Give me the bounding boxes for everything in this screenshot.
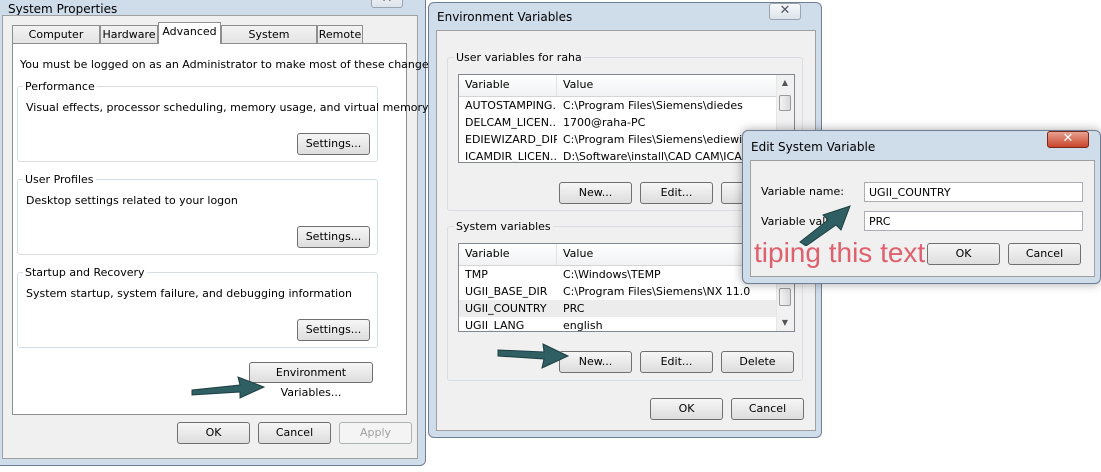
user-variables-label: User variables for raha [454,51,584,64]
variable-value: 1700@raha-PC [563,116,646,129]
ok-button[interactable]: OK [927,243,1000,265]
ok-button[interactable]: OK [650,398,723,420]
list-item[interactable]: AUTOSTAMPING... C:\Program Files\Siemens… [459,97,777,114]
variable-name-input[interactable] [864,182,1083,202]
list-item[interactable]: EDIEWIZARD_DIR C:\Program Files\Siemens\… [459,131,777,148]
variable-value: english [563,319,603,332]
scroll-thumb[interactable] [779,288,791,306]
user-profiles-label: User Profiles [23,173,96,186]
scroll-up-icon[interactable]: ▲ [777,75,793,91]
tab-hardware[interactable]: Hardware [100,25,158,44]
startup-recovery-label: Startup and Recovery [23,266,147,279]
list-item[interactable]: UGII_BASE_DIR C:\Program Files\Siemens\N… [459,283,777,300]
user-profiles-group: User Profiles Desktop settings related t… [17,173,378,255]
close-button[interactable]: ✕ [1047,131,1089,148]
variable-value: C:\Program Files\Siemens\NX 11.0 [563,285,751,298]
variable-name: UGII_BASE_DIR [465,285,548,298]
close-button[interactable]: ✕ [769,3,801,20]
user-new-button[interactable]: New... [559,182,632,204]
performance-desc: Visual effects, processor scheduling, me… [26,101,429,114]
variable-name: DELCAM_LICEN... [465,116,557,129]
startup-recovery-group: Startup and Recovery System startup, sys… [17,266,378,348]
performance-group: Performance Visual effects, processor sc… [17,80,429,162]
variable-name: EDIEWIZARD_DIR [465,133,557,146]
tab-page-advanced: You must be logged on as an Administrato… [12,43,438,415]
column-variable[interactable]: Variable [459,244,557,265]
list-header: Variable Value [459,244,779,266]
performance-label: Performance [23,80,97,93]
admin-note: You must be logged on as an Administrato… [20,58,438,71]
tab-system-protection[interactable]: System Protection [221,25,317,59]
user-profiles-desc: Desktop settings related to your logon [26,194,238,207]
cancel-button[interactable]: Cancel [258,422,331,444]
close-button[interactable]: ✕ [371,0,403,8]
variable-name: TMP [465,268,488,281]
arrow-to-variable-value-icon [799,205,851,246]
apply-button[interactable]: Apply [339,422,412,444]
list-item[interactable]: DELCAM_LICEN... 1700@raha-PC [459,114,777,131]
variable-name: AUTOSTAMPING... [465,99,557,112]
arrow-to-environment-variables-icon [191,376,266,399]
variable-name-label: Variable name: [761,185,844,198]
variable-name: UGII_COUNTRY [465,302,547,315]
system-variables-label: System variables [454,220,553,233]
variable-name: UGII_LANG [465,319,525,332]
scroll-down-icon[interactable]: ▼ [777,315,793,331]
column-value[interactable]: Value [557,75,779,96]
window-title: System Properties [8,2,118,16]
tab-computer-name[interactable]: Computer Name [12,25,100,59]
tab-advanced[interactable]: Advanced [158,22,221,44]
list-header: Variable Value [459,75,779,97]
variable-value-input[interactable] [864,211,1083,231]
ok-button[interactable]: OK [177,422,250,444]
system-delete-button[interactable]: Delete [721,351,794,373]
user-profiles-settings-button[interactable]: Settings... [297,226,370,248]
cancel-button[interactable]: Cancel [731,398,804,420]
user-edit-button[interactable]: Edit... [640,182,713,204]
performance-settings-button[interactable]: Settings... [297,133,370,155]
system-edit-button[interactable]: Edit... [640,351,713,373]
column-variable[interactable]: Variable [459,75,557,96]
list-item[interactable]: UGII_LANG english [459,317,777,332]
cancel-button[interactable]: Cancel [1008,243,1081,265]
list-item[interactable]: TMP C:\Windows\TEMP [459,266,777,283]
startup-recovery-settings-button[interactable]: Settings... [297,319,370,341]
window-title: Edit System Variable [751,140,876,154]
window-title: Environment Variables [437,10,573,24]
variable-value: PRC [563,302,585,315]
startup-recovery-desc: System startup, system failure, and debu… [26,287,352,300]
scroll-thumb[interactable] [779,95,791,111]
list-item-selected[interactable]: UGII_COUNTRY PRC [459,300,777,317]
arrow-to-new-button-icon [497,343,570,369]
tab-remote[interactable]: Remote [317,25,363,44]
list-item[interactable]: ICAMDIR_LICEN... D:\Software\install\CAD… [459,148,777,163]
variable-name: ICAMDIR_LICEN... [465,150,557,163]
variable-value: C:\Program Files\Siemens\diedes [563,99,743,112]
